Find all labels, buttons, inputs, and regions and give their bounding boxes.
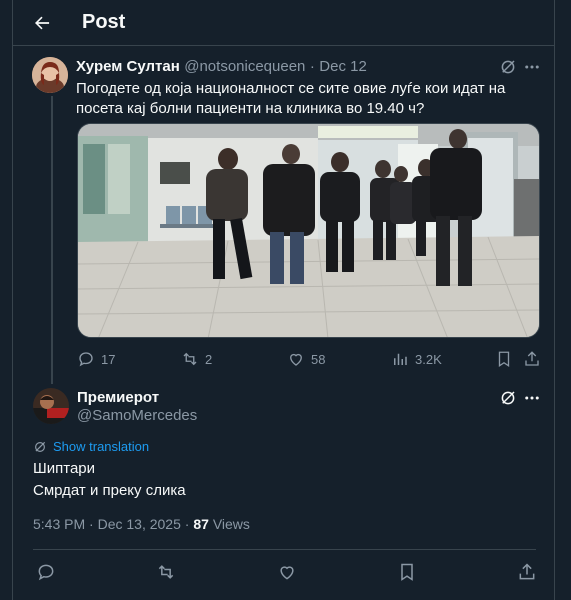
tweet-meta: Хурем Султан @notsonicequeen · Dec 12 [76, 58, 367, 76]
heart-icon[interactable] [277, 562, 297, 582]
avatar[interactable] [32, 57, 68, 93]
views-chart-icon [394, 353, 407, 365]
translate-icon [35, 441, 46, 452]
bookmark-icon[interactable] [495, 350, 513, 368]
clinic-waiting-room-image [78, 124, 539, 337]
reply-actions [13, 560, 554, 584]
reply-grok-icon[interactable] [499, 389, 517, 407]
reply-line: Шиптари [33, 460, 96, 477]
heart-icon [290, 353, 302, 366]
author-name[interactable]: Хурем Султан [76, 58, 180, 75]
separator-dot: · [89, 516, 98, 532]
tweet-actions: 17 2 58 3.2K [77, 349, 541, 369]
header: Post [13, 0, 554, 45]
share-icon[interactable] [517, 562, 537, 582]
reply-author-name[interactable]: Премиерот [77, 389, 159, 406]
reply-author-name-row: Премиерот [77, 389, 159, 407]
repost-icon[interactable] [156, 562, 176, 582]
tweet-text: Погодете од која националност се сите ов… [76, 80, 506, 117]
reply-timestamp: 5:43 PM · Dec 13, 2025 · 87 Views [33, 516, 250, 532]
grok-icon[interactable] [499, 58, 517, 76]
share-icon[interactable] [523, 350, 541, 368]
reply-icon[interactable] [36, 562, 56, 582]
reply-author-handle-row: @SamoMercedes [77, 407, 197, 425]
like-action[interactable]: 58 [287, 350, 325, 368]
like-count: 58 [311, 351, 326, 367]
reply-views-label: Views [212, 516, 250, 532]
post-column: Post Хурем Султан @notsonicequeen · Dec … [12, 0, 555, 600]
reply-time[interactable]: 5:43 PM [33, 516, 85, 532]
reply-avatar[interactable] [33, 388, 69, 424]
reply-author-handle[interactable]: @SamoMercedes [77, 407, 197, 424]
header-divider [13, 45, 554, 46]
show-translation-link[interactable]: Show translation [33, 439, 149, 454]
repost-icon [183, 352, 197, 366]
views-action[interactable]: 3.2K [391, 350, 442, 368]
reply-count: 17 [101, 351, 116, 367]
thread-line [51, 96, 53, 384]
reply-avatar-image [33, 388, 69, 424]
reply-divider [33, 549, 536, 550]
reply-action[interactable]: 17 [77, 350, 115, 368]
separator-dot: · [309, 58, 315, 75]
tweet-photo[interactable] [77, 123, 540, 338]
tweet-date[interactable]: Dec 12 [319, 58, 367, 75]
more-options-icon[interactable] [523, 58, 541, 76]
reply-more-options-icon[interactable] [523, 389, 541, 407]
show-translation-label[interactable]: Show translation [53, 439, 149, 454]
author-handle[interactable]: @notsonicequeen [184, 58, 305, 75]
bookmark-icon[interactable] [397, 562, 417, 582]
reply-date[interactable]: Dec 13, 2025 [98, 516, 181, 532]
reply-views-count: 87 [193, 516, 209, 532]
page-title: Post [82, 11, 126, 33]
reply-icon [79, 352, 93, 367]
avatar-image [32, 57, 68, 93]
repost-action[interactable]: 2 [181, 350, 212, 368]
reply-line: Смрдат и преку слика [33, 482, 186, 499]
reply-text: Шиптари Смрдат и преку слика [33, 458, 186, 502]
views-count: 3.2K [415, 351, 442, 367]
back-arrow-icon[interactable] [32, 13, 52, 33]
repost-count: 2 [205, 351, 213, 367]
